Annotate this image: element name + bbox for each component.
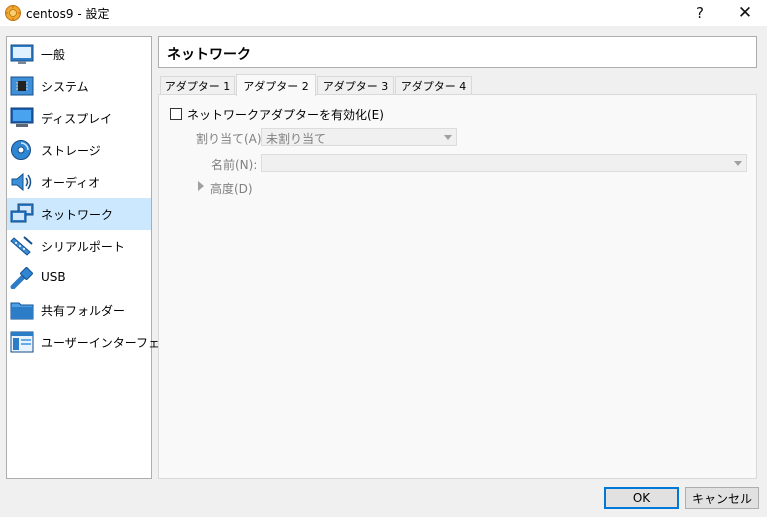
network-icon xyxy=(10,203,34,223)
system-icon xyxy=(10,76,34,96)
sidebar-item-label: システム xyxy=(41,80,89,94)
attached-to-select[interactable]: 未割り当て xyxy=(261,128,457,146)
sidebar-item-storage[interactable]: ストレージ xyxy=(7,134,151,166)
sidebar-item-network[interactable]: ネットワーク xyxy=(7,198,151,230)
sidebar-item-shared-folders[interactable]: 共有フォルダー xyxy=(7,294,151,326)
attached-to-label: 割り当て(A): xyxy=(196,132,266,146)
tab-adapter-3[interactable]: アダプター 3 xyxy=(317,76,394,94)
attached-to-value: 未割り当て xyxy=(266,132,327,146)
sidebar-item-label: USB xyxy=(41,270,66,284)
serial-port-icon xyxy=(10,236,33,256)
display-icon xyxy=(10,107,34,127)
name-label: 名前(N): xyxy=(211,158,258,172)
general-icon xyxy=(10,44,34,64)
expand-arrow-icon[interactable] xyxy=(198,181,204,191)
shared-folder-icon xyxy=(10,302,34,320)
sidebar-item-user-interface[interactable]: ユーザーインターフェース xyxy=(7,326,183,358)
chevron-down-icon xyxy=(444,135,452,140)
sidebar-item-general[interactable]: 一般 xyxy=(7,38,151,70)
sidebar-item-label: 共有フォルダー xyxy=(41,304,126,318)
cancel-button[interactable]: キャンセル xyxy=(685,487,759,509)
tab-adapter-4[interactable]: アダプター 4 xyxy=(395,76,472,94)
tab-adapter-1[interactable]: アダプター 1 xyxy=(160,76,235,94)
sidebar-item-label: ディスプレイ xyxy=(41,112,113,126)
title-bar: centos9 - 設定 ? ✕ xyxy=(0,0,767,26)
usb-icon xyxy=(10,267,33,289)
sidebar-item-usb[interactable]: USB xyxy=(7,262,151,294)
tab-adapter-2[interactable]: アダプター 2 xyxy=(236,74,316,96)
window-title: centos9 - 設定 xyxy=(26,7,110,21)
sidebar-item-label: ネットワーク xyxy=(41,208,114,222)
sidebar-item-label: ストレージ xyxy=(41,144,101,158)
ok-button[interactable]: OK xyxy=(604,487,679,509)
sidebar-item-serial-port[interactable]: シリアルポート xyxy=(7,230,151,262)
sidebar-item-system[interactable]: システム xyxy=(7,70,151,102)
sidebar-item-label: シリアルポート xyxy=(41,240,125,254)
chevron-down-icon xyxy=(734,161,742,166)
adapter-panel: ネットワークアダプターを有効化(E) 割り当て(A): 未割り当て 名前(N):… xyxy=(158,94,757,479)
enable-adapter-checkbox[interactable] xyxy=(170,108,182,120)
advanced-expander[interactable]: 高度(D) xyxy=(210,180,253,197)
user-interface-icon xyxy=(10,331,34,353)
help-button[interactable]: ? xyxy=(678,0,722,26)
close-button[interactable]: ✕ xyxy=(723,0,767,26)
sidebar-item-audio[interactable]: オーディオ xyxy=(7,166,151,198)
enable-adapter-label[interactable]: ネットワークアダプターを有効化(E) xyxy=(187,106,384,123)
sidebar-item-label: 一般 xyxy=(41,48,66,62)
virtualbox-app-icon xyxy=(5,5,21,21)
page-header: ネットワーク xyxy=(158,36,757,68)
sidebar-item-display[interactable]: ディスプレイ xyxy=(7,102,151,134)
settings-sidebar: 一般 システム ディスプレイ ストレージ オーディオ ネットワーク シリアルポー… xyxy=(6,36,183,479)
storage-icon xyxy=(11,140,31,160)
sidebar-item-label: オーディオ xyxy=(41,176,101,190)
page-title: ネットワーク xyxy=(167,47,251,63)
name-select[interactable] xyxy=(261,154,747,172)
audio-icon xyxy=(11,172,32,192)
